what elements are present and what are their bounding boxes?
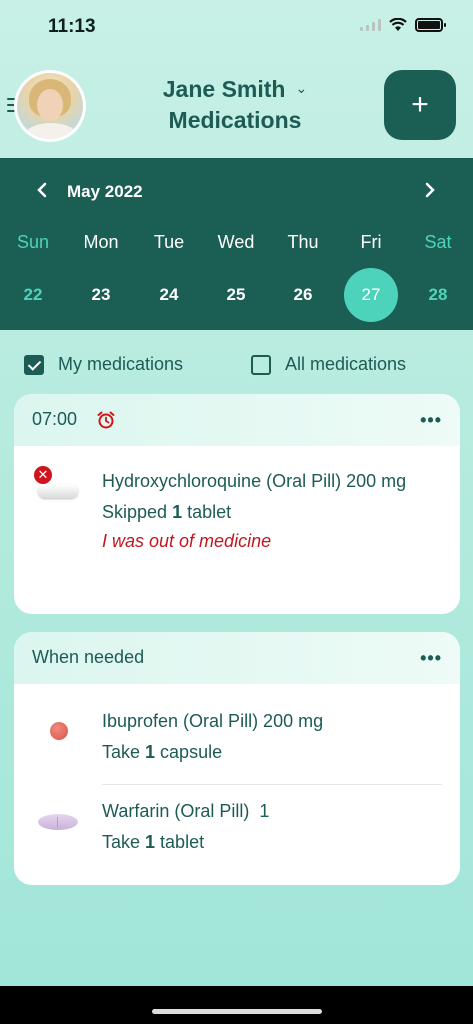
- medication-name: Ibuprofen (Oral Pill) 200 mg: [102, 711, 324, 731]
- my-medications-filter[interactable]: My medications: [24, 354, 183, 375]
- calendar-day[interactable]: 28: [408, 268, 468, 322]
- all-medications-filter[interactable]: All medications: [251, 354, 406, 375]
- calendar-month: May 2022: [67, 182, 143, 201]
- calendar-day[interactable]: 24: [139, 268, 199, 322]
- weekday-header: Sun Mon Tue Wed Thu Fri Sat: [0, 232, 473, 254]
- calendar-day[interactable]: 25: [206, 268, 266, 322]
- skip-reason: I was out of medicine: [102, 531, 272, 551]
- status-bar: 11:13: [0, 0, 473, 52]
- dose-status: Skipped 1 tablet: [102, 502, 232, 522]
- more-options-icon[interactable]: •••: [420, 410, 442, 431]
- chevron-right-icon: [425, 182, 435, 198]
- purple-tablet-icon: [38, 814, 78, 830]
- card-header: When needed •••: [14, 632, 460, 684]
- my-medications-label: My medications: [58, 354, 184, 374]
- chevron-down-icon: ⌄: [295, 80, 308, 96]
- weekday-label: Thu: [287, 232, 319, 252]
- weekday-label: Mon: [83, 232, 119, 252]
- as-needed-card: When needed ••• Ibuprofen (Oral Pill) 20…: [14, 632, 460, 885]
- medication-name: Warfarin (Oral Pill) 1: [102, 801, 270, 821]
- all-medications-label: All medications: [285, 354, 407, 374]
- chevron-left-icon: [37, 182, 47, 198]
- day-row: 22 23 24 25 26 27 28: [0, 268, 473, 322]
- card-header: 07:00 •••: [14, 394, 460, 446]
- status-icons: [360, 18, 446, 32]
- medication-item[interactable]: Warfarin (Oral Pill) 1 Take 1 tablet: [14, 784, 460, 884]
- page-title: Medications: [168, 107, 302, 133]
- calendar-day[interactable]: 23: [71, 268, 131, 322]
- home-indicator[interactable]: [152, 1009, 322, 1014]
- dose-instruction: Take 1 tablet: [102, 832, 205, 852]
- add-medication-button[interactable]: +: [384, 70, 456, 140]
- next-month-button[interactable]: [424, 180, 436, 206]
- skipped-icon: ✕: [32, 464, 54, 486]
- red-pill-icon: [50, 722, 68, 740]
- profile-switcher[interactable]: Jane Smith ⌄ Medications: [150, 76, 320, 134]
- battery-icon: [415, 18, 446, 32]
- user-name: Jane Smith: [162, 76, 286, 102]
- medication-filters: My medications All medications: [0, 350, 473, 380]
- calendar-day[interactable]: 26: [273, 268, 333, 322]
- header: Jane Smith ⌄ Medications +: [0, 60, 473, 156]
- weekday-label: Tue: [153, 232, 185, 252]
- white-tablet-icon: [38, 484, 78, 498]
- alarm-icon: [97, 411, 115, 429]
- previous-month-button[interactable]: [36, 180, 48, 206]
- weekday-label: Fri: [360, 232, 382, 252]
- more-options-icon[interactable]: •••: [420, 648, 442, 669]
- medication-item[interactable]: Ibuprofen (Oral Pill) 200 mg Take 1 caps…: [14, 684, 460, 784]
- status-time: 11:13: [48, 16, 96, 37]
- scheduled-dose-card: 07:00 ••• ✕ Hydroxychloroquine (Oral Pil…: [14, 394, 460, 614]
- dose-instruction: Take 1 capsule: [102, 742, 223, 762]
- calendar-day-selected[interactable]: 27: [344, 268, 398, 322]
- weekday-label: Sat: [424, 232, 452, 252]
- avatar[interactable]: [14, 70, 86, 142]
- weekday-label: Wed: [217, 232, 255, 252]
- signal-icon: [360, 19, 381, 31]
- wifi-icon: [389, 18, 407, 31]
- my-medications-checkbox[interactable]: [24, 354, 44, 375]
- medication-name: Hydroxychloroquine (Oral Pill) 200 mg: [102, 471, 407, 491]
- weekday-label: Sun: [16, 232, 50, 252]
- calendar-day[interactable]: 22: [3, 268, 63, 322]
- medication-item[interactable]: ✕ Hydroxychloroquine (Oral Pill) 200 mg …: [14, 446, 460, 552]
- all-medications-checkbox[interactable]: [251, 354, 271, 375]
- card-title: When needed: [32, 647, 145, 667]
- home-bar-area: [0, 986, 473, 1024]
- week-calendar: May 2022 Sun Mon Tue Wed Thu Fri Sat 22 …: [0, 158, 473, 330]
- dose-time: 07:00: [32, 409, 78, 429]
